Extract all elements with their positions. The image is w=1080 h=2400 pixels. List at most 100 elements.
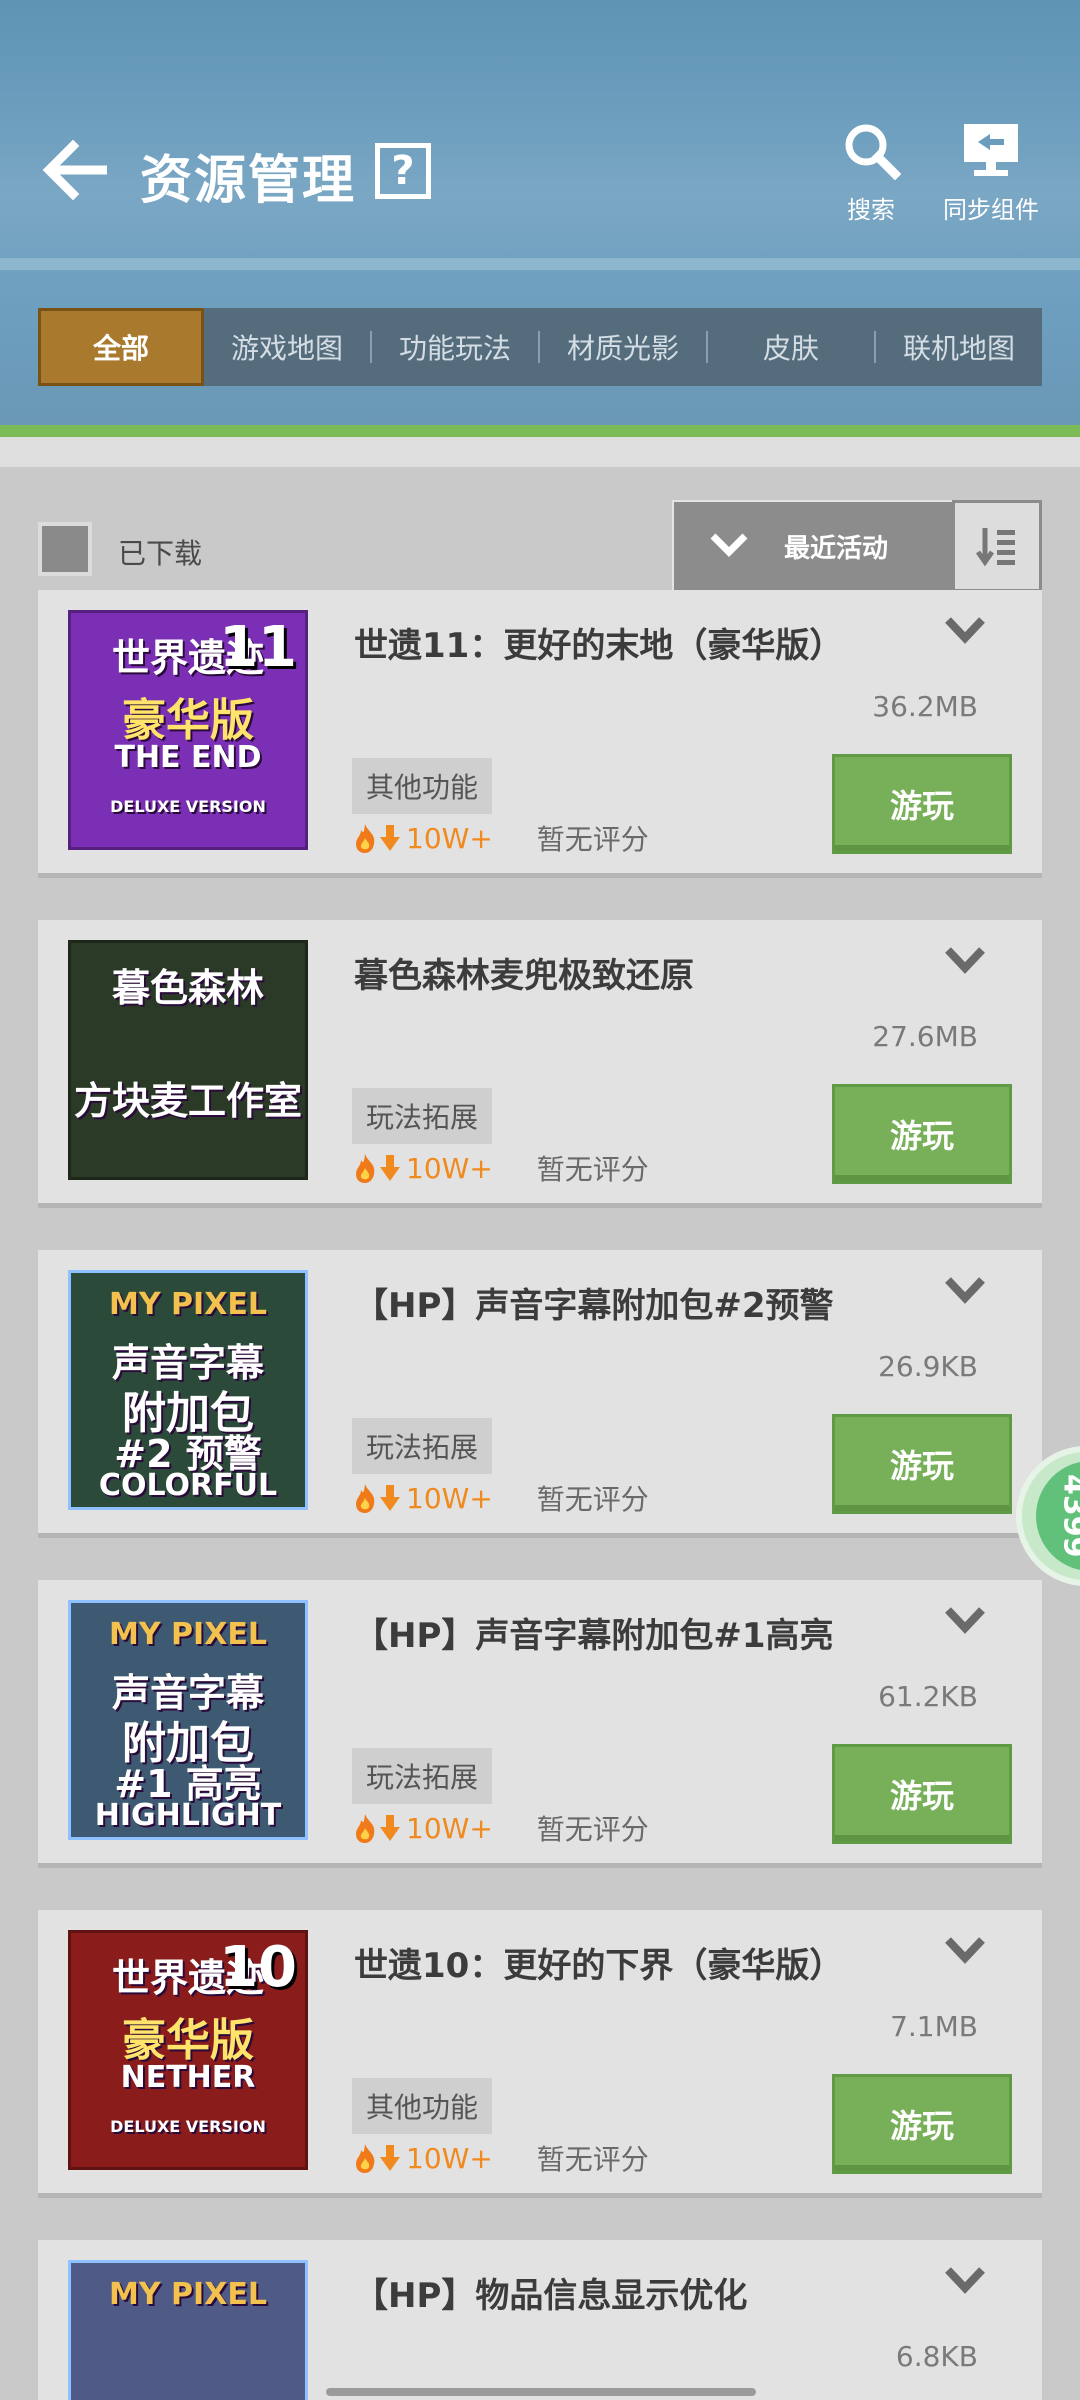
tab-game-maps[interactable]: 游戏地图 xyxy=(204,308,370,386)
thumbnail-text: 暮色森林 xyxy=(111,966,264,1010)
search-label: 搜索 xyxy=(847,196,895,224)
resource-thumbnail: MY PIXEL 声音字幕 附加包 #1 高亮 HIGHLIGHT xyxy=(68,1600,308,1840)
thumbnail-badge: 11 xyxy=(219,615,297,680)
resource-stats: 10W+ 暂无评分 xyxy=(352,818,649,858)
resource-title: 暮色森林麦兜极致还原 xyxy=(354,956,694,996)
resource-card[interactable]: 世界遗迹 豪华版 NETHER DELUXE VERSION 10 世遗10：更好的下界（… xyxy=(38,1910,1042,2198)
expand-chevron-icon[interactable] xyxy=(942,944,992,984)
tab-gameplay[interactable]: 功能玩法 xyxy=(372,308,538,386)
expand-chevron-icon[interactable] xyxy=(942,1274,992,1314)
download-count: 10W+ xyxy=(406,821,493,855)
resource-size: 26.9KB xyxy=(878,1350,978,1383)
rating-text: 暂无评分 xyxy=(536,2143,649,2176)
tab-multiplayer-maps[interactable]: 联机地图 xyxy=(876,308,1042,386)
header-green-stripe xyxy=(0,425,1080,437)
resource-stats: 10W+ 暂无评分 xyxy=(352,1808,649,1848)
search-button[interactable]: 搜索 xyxy=(806,110,936,225)
thumbnail-text: MY PIXEL xyxy=(109,2277,267,2312)
thumbnail-text: COLORFUL xyxy=(98,1467,278,1503)
thumbnail-text: MY PIXEL xyxy=(109,1617,267,1652)
download-count: 10W+ xyxy=(406,1811,493,1845)
sync-components-button[interactable]: 同步组件 xyxy=(926,110,1056,225)
sort-order-button[interactable] xyxy=(952,500,1042,592)
category-tag: 其他功能 xyxy=(352,758,493,814)
resource-title: 世遗11：更好的末地（豪华版） xyxy=(354,626,844,666)
flame-icon xyxy=(356,824,375,853)
resource-title: 世遗10：更好的下界（豪华版） xyxy=(354,1946,844,1986)
thumbnail-text: 方块麦工作室 xyxy=(73,1079,302,1123)
expand-chevron-icon[interactable] xyxy=(942,2264,992,2304)
tab-textures-shaders[interactable]: 材质光影 xyxy=(540,308,706,386)
resource-card[interactable]: MY PIXEL 显示优化 【HP】物品信息显示优化 6.8KB xyxy=(38,2240,1042,2400)
tab-skins[interactable]: 皮肤 xyxy=(708,308,874,386)
resource-size: 7.1MB xyxy=(890,2010,978,2043)
header-light-stripe xyxy=(0,437,1080,467)
resource-stats: 10W+ 暂无评分 xyxy=(352,1478,649,1518)
rating-text: 暂无评分 xyxy=(536,1153,649,1186)
back-button[interactable] xyxy=(36,130,116,210)
resource-card[interactable]: MY PIXEL 声音字幕 附加包 #2 预警 COLORFUL 【HP】声音字幕附加包#… xyxy=(38,1250,1042,1538)
play-button[interactable]: 游玩 xyxy=(832,1414,1012,1514)
download-count: 10W+ xyxy=(406,1151,493,1185)
expand-chevron-icon[interactable] xyxy=(942,1934,992,1974)
sort-order-icon xyxy=(975,528,1015,567)
download-count: 10W+ xyxy=(406,1481,493,1515)
rating-text: 暂无评分 xyxy=(536,1483,649,1516)
thumbnail-text: DELUXE VERSION xyxy=(110,796,266,816)
back-arrow-icon xyxy=(42,140,107,200)
sync-monitor-icon xyxy=(964,124,1018,176)
resource-card[interactable]: MY PIXEL 声音字幕 附加包 #1 高亮 HIGHLIGHT 【HP】声音字幕附加包… xyxy=(38,1580,1042,1868)
play-button[interactable]: 游玩 xyxy=(832,1744,1012,1844)
download-arrow-icon xyxy=(380,825,400,851)
rating-text: 暂无评分 xyxy=(536,823,649,856)
scroll-indicator xyxy=(326,2388,756,2396)
thumbnail-text: 豪华版 xyxy=(122,694,254,746)
downloaded-checkbox[interactable] xyxy=(38,522,92,576)
flame-icon xyxy=(356,1814,375,1843)
resource-stats: 10W+ 暂无评分 xyxy=(352,1148,649,1188)
resource-thumbnail: 世界遗迹 豪华版 NETHER DELUXE VERSION 10 xyxy=(68,1930,308,2170)
resource-title: 【HP】声音字幕附加包#2预警 xyxy=(354,1286,834,1326)
play-button[interactable]: 游玩 xyxy=(832,1084,1012,1184)
resource-thumbnail: MY PIXEL 显示优化 xyxy=(68,2260,308,2400)
thumbnail-text: THE END xyxy=(114,740,262,775)
expand-chevron-icon[interactable] xyxy=(942,614,992,654)
resource-title: 【HP】物品信息显示优化 xyxy=(354,2276,748,2316)
page-title: 资源管理 xyxy=(140,151,357,211)
resource-thumbnail: 暮色森林方块麦工作室 xyxy=(68,940,308,1180)
resource-thumbnail: MY PIXEL 声音字幕 附加包 #2 预警 COLORFUL xyxy=(68,1270,308,1510)
search-icon xyxy=(845,124,901,180)
thumbnail-text: MY PIXEL xyxy=(109,1287,267,1322)
help-button[interactable]: ? xyxy=(375,143,431,199)
flame-icon xyxy=(356,2144,375,2173)
download-arrow-icon xyxy=(380,2145,400,2171)
play-button[interactable]: 游玩 xyxy=(832,754,1012,854)
category-tag: 玩法拓展 xyxy=(352,1748,493,1804)
flame-icon xyxy=(356,1484,375,1513)
resource-size: 36.2MB xyxy=(872,690,978,723)
tab-all[interactable]: 全部 xyxy=(38,308,204,386)
thumbnail-text: HIGHLIGHT xyxy=(94,1797,282,1833)
resource-size: 6.8KB xyxy=(895,2340,978,2373)
resource-card[interactable]: 暮色森林 方块麦工作室 暮色森林麦兜极致还原 27.6MB 玩法拓展 10W+ 暂无评分 游玩 xyxy=(38,920,1042,1208)
resource-size: 27.6MB xyxy=(872,1020,978,1053)
play-button[interactable]: 游玩 xyxy=(832,2074,1012,2174)
resource-thumbnail: 世界遗迹 豪华版 THE END DELUXE VERSION 11 xyxy=(68,610,308,850)
thumbnail-text: DELUXE VERSION xyxy=(110,2116,266,2136)
resource-size: 61.2KB xyxy=(878,1680,978,1713)
thumbnail-text: 显示优化 xyxy=(71,2390,305,2400)
thumbnail-text: 豪华版 xyxy=(122,2014,254,2066)
resource-stats: 10W+ 暂无评分 xyxy=(352,2138,649,2178)
rating-text: 暂无评分 xyxy=(536,1813,649,1846)
sync-label: 同步组件 xyxy=(943,196,1039,224)
download-arrow-icon xyxy=(380,1485,400,1511)
download-count: 10W+ xyxy=(406,2141,493,2175)
download-arrow-icon xyxy=(380,1815,400,1841)
category-tag: 玩法拓展 xyxy=(352,1418,493,1474)
resource-card[interactable]: 世界遗迹 豪华版 THE END DELUXE VERSION 11 世遗11：更好的末地… xyxy=(38,590,1042,878)
filter-row: 已下载 最近活动 xyxy=(38,500,1042,592)
sort-dropdown[interactable]: 最近活动 xyxy=(672,500,962,592)
expand-chevron-icon[interactable] xyxy=(942,1604,992,1644)
sort-label: 最近活动 xyxy=(784,533,889,564)
header-divider xyxy=(0,258,1080,270)
